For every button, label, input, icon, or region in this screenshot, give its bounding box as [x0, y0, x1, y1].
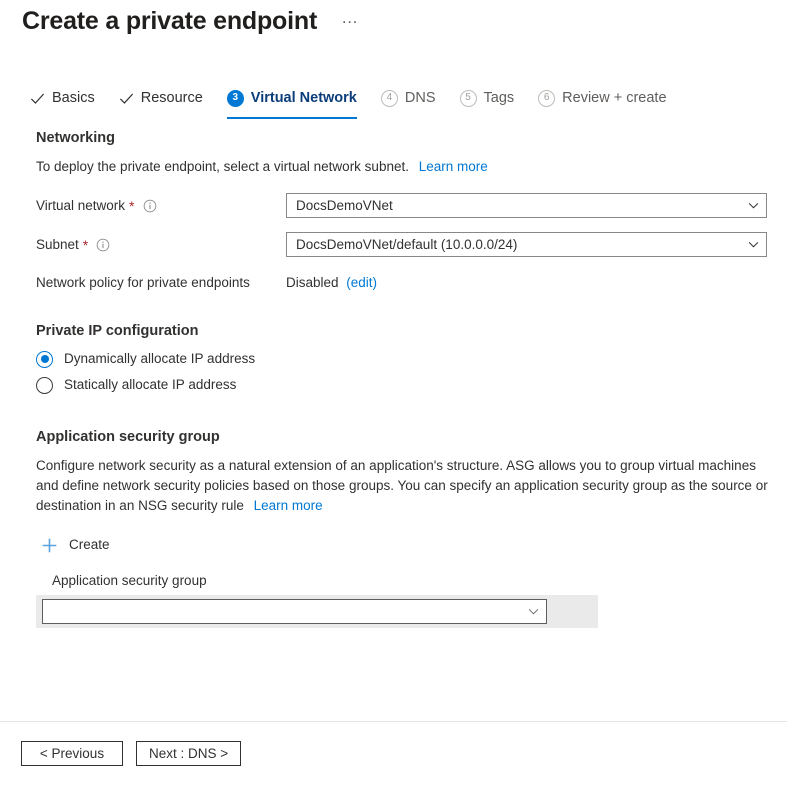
asg-description-text: Configure network security as a natural … — [36, 458, 768, 513]
create-asg-button[interactable]: Create — [41, 536, 110, 554]
radio-statically-allocate[interactable]: Statically allocate IP address — [36, 376, 236, 394]
info-icon[interactable] — [143, 199, 157, 213]
radio-button-indicator[interactable] — [36, 377, 53, 394]
tab-label: Resource — [141, 89, 203, 107]
subnet-dropdown[interactable]: DocsDemoVNet/default (10.0.0.0/24) — [286, 232, 767, 257]
chevron-down-icon — [527, 605, 540, 618]
radio-label: Statically allocate IP address — [64, 376, 236, 394]
wizard-tabs: Basics Resource 3 Virtual Network 4 DNS … — [30, 84, 691, 116]
check-icon — [119, 91, 134, 106]
tab-virtual-network[interactable]: 3 Virtual Network — [227, 84, 357, 114]
create-private-endpoint-page: Create a private endpoint … Basics Resou… — [0, 0, 787, 790]
tab-label: Review + create — [562, 89, 666, 107]
network-policy-value-group: Disabled (edit) — [286, 273, 377, 293]
network-policy-label: Network policy for private endpoints — [36, 273, 250, 293]
plus-icon — [41, 537, 58, 554]
subnet-label: Subnet * — [36, 235, 110, 255]
networking-learn-more-link[interactable]: Learn more — [419, 159, 488, 174]
network-policy-label-text: Network policy for private endpoints — [36, 273, 250, 293]
tab-number-badge: 3 — [227, 90, 244, 107]
networking-description: To deploy the private endpoint, select a… — [36, 157, 556, 177]
required-asterisk: * — [129, 199, 134, 213]
asg-field-label-text: Application security group — [52, 571, 207, 591]
radio-button-indicator[interactable] — [36, 351, 53, 368]
tab-label: Tags — [484, 89, 515, 107]
chevron-down-icon — [747, 199, 760, 212]
tab-tags[interactable]: 5 Tags — [460, 84, 515, 114]
tab-label: DNS — [405, 89, 436, 107]
networking-description-text: To deploy the private endpoint, select a… — [36, 159, 409, 174]
virtual-network-value: DocsDemoVNet — [296, 197, 747, 215]
network-policy-edit-link[interactable]: (edit) — [346, 275, 377, 290]
required-asterisk: * — [83, 238, 88, 252]
tab-number-badge: 5 — [460, 90, 477, 107]
networking-heading: Networking — [36, 130, 115, 146]
virtual-network-label-text: Virtual network — [36, 196, 125, 216]
radio-dynamically-allocate[interactable]: Dynamically allocate IP address — [36, 350, 255, 368]
footer-buttons: < Previous Next : DNS > — [21, 741, 241, 766]
private-ip-heading: Private IP configuration — [36, 323, 199, 339]
asg-heading: Application security group — [36, 429, 220, 445]
asg-field-label: Application security group — [52, 571, 207, 591]
info-icon[interactable] — [96, 238, 110, 252]
network-policy-value: Disabled — [286, 275, 339, 290]
subnet-label-text: Subnet — [36, 235, 79, 255]
tab-label: Virtual Network — [251, 89, 357, 107]
tab-label: Basics — [52, 89, 95, 107]
active-tab-underline — [227, 117, 357, 119]
previous-button[interactable]: < Previous — [21, 741, 123, 766]
radio-label: Dynamically allocate IP address — [64, 350, 255, 368]
create-asg-label: Create — [69, 536, 110, 554]
next-dns-button[interactable]: Next : DNS > — [136, 741, 241, 766]
page-title: Create a private endpoint — [22, 4, 317, 38]
subnet-value: DocsDemoVNet/default (10.0.0.0/24) — [296, 236, 747, 254]
check-icon — [30, 91, 45, 106]
chevron-down-icon — [747, 238, 760, 251]
tab-resource[interactable]: Resource — [119, 84, 203, 114]
tab-number-badge: 4 — [381, 90, 398, 107]
footer-divider — [0, 721, 787, 722]
more-options-icon[interactable]: … — [337, 6, 364, 36]
tab-number-badge: 6 — [538, 90, 555, 107]
tab-review-create[interactable]: 6 Review + create — [538, 84, 666, 114]
virtual-network-dropdown[interactable]: DocsDemoVNet — [286, 193, 767, 218]
asg-dropdown[interactable] — [42, 599, 547, 624]
tab-dns[interactable]: 4 DNS — [381, 84, 436, 114]
tab-basics[interactable]: Basics — [30, 84, 95, 114]
asg-learn-more-link[interactable]: Learn more — [254, 498, 323, 513]
page-header: Create a private endpoint … — [22, 4, 364, 38]
asg-description: Configure network security as a natural … — [36, 456, 772, 516]
virtual-network-label: Virtual network * — [36, 196, 157, 216]
